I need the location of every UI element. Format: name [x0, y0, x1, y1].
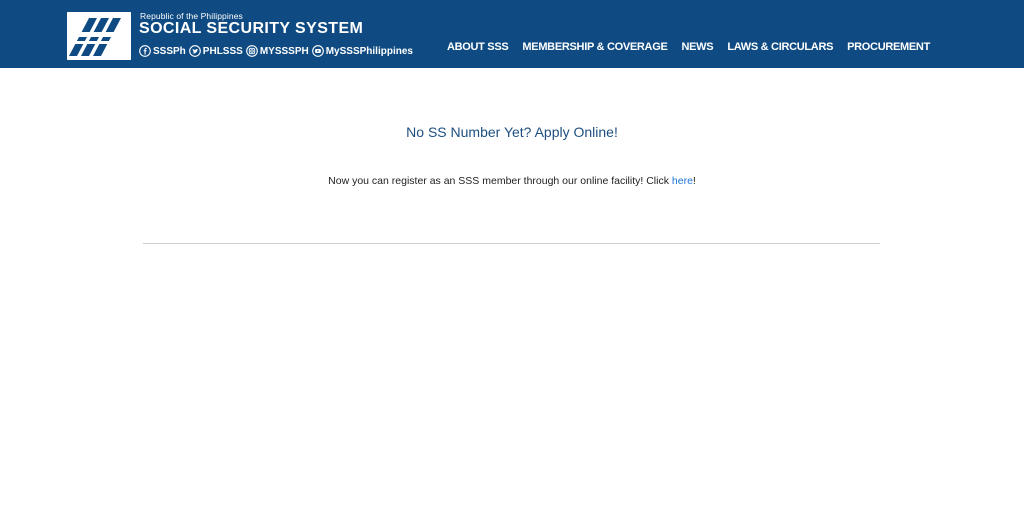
social-instagram-label: MYSSSPH	[259, 45, 309, 57]
registration-description: Now you can register as an SSS member th…	[0, 175, 1024, 187]
twitter-icon	[188, 45, 201, 57]
social-youtube-link[interactable]: MySSSPhilippines	[311, 45, 413, 57]
facebook-icon	[139, 45, 151, 57]
nav-news[interactable]: NEWS	[682, 41, 714, 53]
content-divider	[143, 243, 880, 244]
sss-logo[interactable]	[67, 12, 131, 60]
page-headline: No SS Number Yet? Apply Online!	[406, 124, 618, 140]
social-facebook-label: SSSPh	[153, 45, 186, 57]
description-text: Now you can register as an SSS member th…	[328, 175, 672, 187]
nav-membership-coverage[interactable]: MEMBERSHIP & COVERAGE	[522, 41, 667, 53]
social-twitter-link[interactable]: PHLSSS	[188, 45, 243, 57]
social-links: SSSPh PHLSSS MYSSSPH MySSSPhilippines	[139, 43, 413, 59]
register-here-link[interactable]: here	[672, 175, 693, 187]
social-twitter-label: PHLSSS	[202, 45, 243, 57]
nav-about-sss[interactable]: ABOUT SSS	[447, 41, 509, 53]
description-end: !	[692, 175, 696, 187]
agency-name: SOCIAL SECURITY SYSTEM	[139, 20, 364, 37]
nav-laws-circulars[interactable]: LAWS & CIRCULARS	[727, 41, 833, 53]
instagram-icon	[245, 45, 258, 57]
main-nav: ABOUT SSS MEMBERSHIP & COVERAGE NEWS LAW…	[447, 41, 930, 53]
sss-logo-icon	[67, 12, 131, 60]
social-facebook-link[interactable]: SSSPh	[139, 45, 186, 57]
site-header: Republic of the Philippines SOCIAL SECUR…	[0, 0, 1024, 68]
social-instagram-link[interactable]: MYSSSPH	[245, 45, 309, 57]
youtube-icon	[311, 45, 324, 57]
nav-procurement[interactable]: PROCUREMENT	[847, 41, 930, 53]
social-youtube-label: MySSSPhilippines	[325, 45, 413, 57]
